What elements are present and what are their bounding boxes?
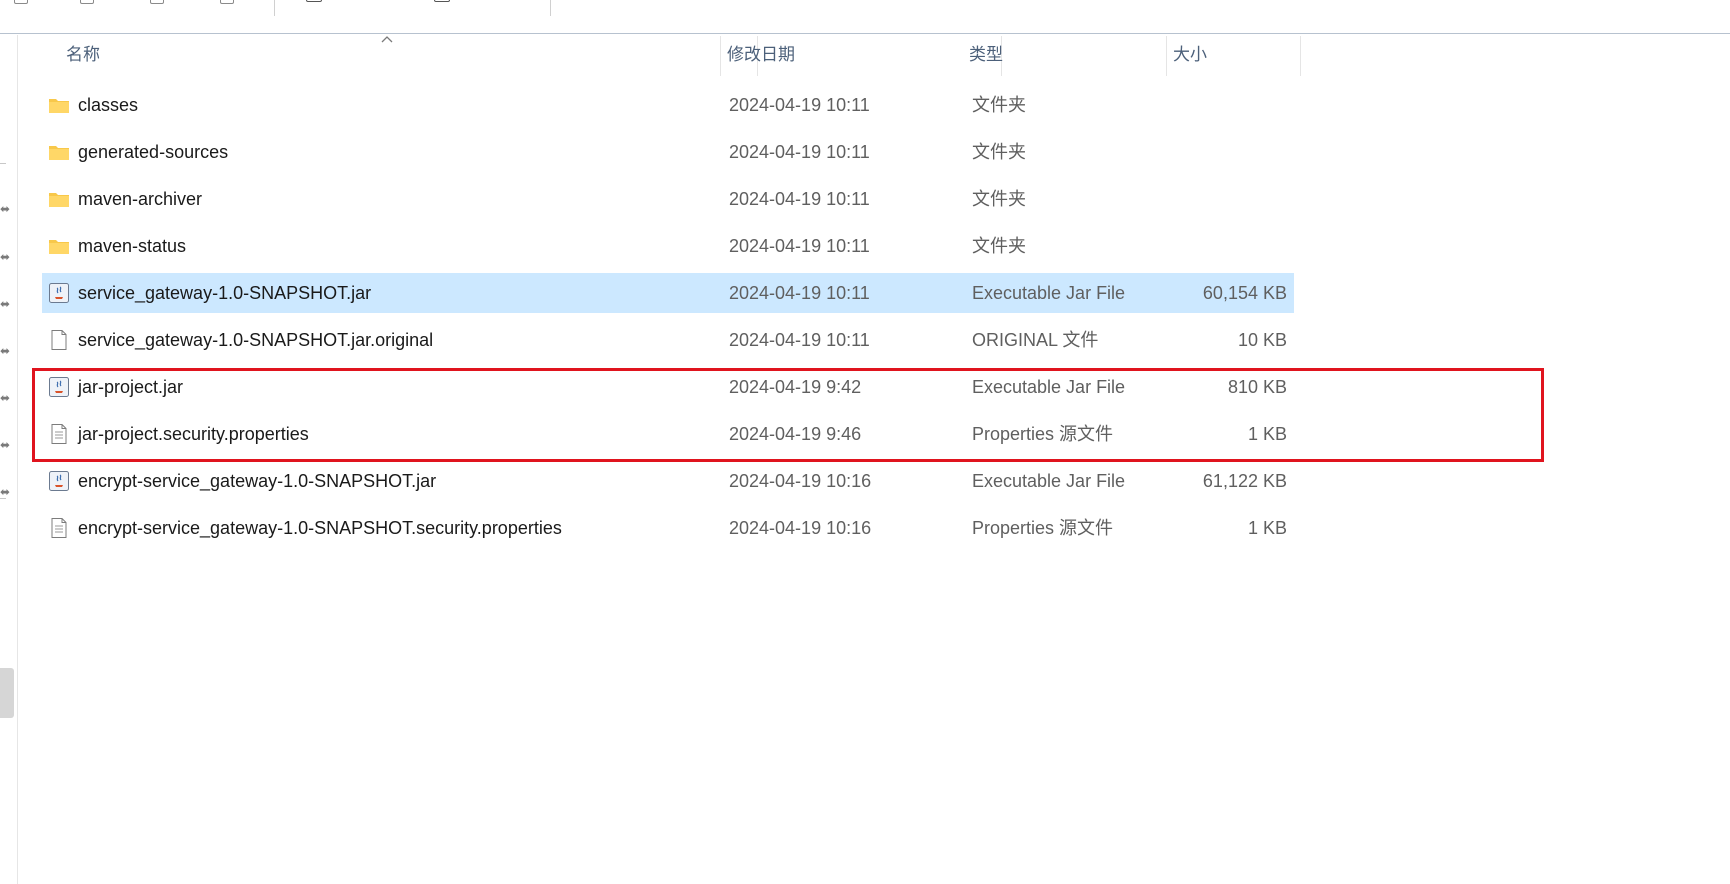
- file-row[interactable]: classes 2024-04-19 10:11 文件夹: [42, 85, 1294, 125]
- column-header-row: 名称 修改日期 类型 大小: [40, 36, 1301, 76]
- file-size: 1 KB: [1247, 424, 1287, 444]
- file-type: Properties 源文件: [972, 424, 1114, 444]
- file-type: 文件夹: [972, 236, 1026, 256]
- file-size: [1152, 132, 1287, 172]
- java-jar-icon: [48, 470, 70, 492]
- file-type: 文件夹: [972, 142, 1026, 162]
- file-type: Properties 源文件: [972, 518, 1114, 538]
- column-header-name[interactable]: 名称: [60, 36, 758, 76]
- sort-icon: [306, 0, 322, 2]
- explorer-toolbar: [0, 0, 1730, 34]
- file-modified: 2024-04-19 10:11: [729, 189, 870, 209]
- column-header-type[interactable]: 类型: [963, 36, 1167, 76]
- file-type: 文件夹: [972, 189, 1026, 209]
- file-row-selected[interactable]: service_gateway-1.0-SNAPSHOT.jar 2024-04…: [42, 273, 1294, 313]
- navigation-pane[interactable]: ⬌ ⬌ ⬌ ⬌ ⬌ ⬌ ⬌: [0, 35, 18, 884]
- file-type: 文件夹: [972, 95, 1026, 115]
- blank-file-icon: [48, 329, 70, 351]
- file-modified: 2024-04-19 10:11: [729, 330, 870, 350]
- file-type: ORIGINAL 文件: [972, 330, 1099, 350]
- pin-icon[interactable]: ⬌: [0, 392, 12, 404]
- file-name[interactable]: service_gateway-1.0-SNAPSHOT.jar.origina…: [78, 320, 433, 360]
- column-header-size[interactable]: 大小: [1167, 36, 1301, 76]
- pin-icon[interactable]: ⬌: [0, 486, 12, 498]
- java-jar-icon: [48, 376, 70, 398]
- pin-icon[interactable]: ⬌: [0, 251, 12, 263]
- file-modified: 2024-04-19 10:16: [729, 471, 872, 491]
- toolbar-sort-button[interactable]: [306, 0, 396, 4]
- file-row[interactable]: generated-sources 2024-04-19 10:11 文件夹: [42, 132, 1294, 172]
- file-modified: 2024-04-19 10:11: [729, 236, 870, 256]
- file-name[interactable]: encrypt-service_gateway-1.0-SNAPSHOT.sec…: [78, 508, 562, 548]
- file-row[interactable]: jar-project.security.properties 2024-04-…: [42, 414, 1294, 454]
- file-size: 61,122 KB: [1202, 471, 1287, 491]
- folder-icon: [48, 94, 70, 116]
- text-file-icon: [48, 423, 70, 445]
- file-row[interactable]: maven-archiver 2024-04-19 10:11 文件夹: [42, 179, 1294, 219]
- file-name[interactable]: service_gateway-1.0-SNAPSHOT.jar: [78, 273, 371, 313]
- file-size: [1152, 85, 1287, 125]
- file-type: Executable Jar File: [972, 471, 1126, 491]
- file-type: Executable Jar File: [972, 283, 1126, 303]
- file-type: Executable Jar File: [972, 377, 1126, 397]
- file-name[interactable]: encrypt-service_gateway-1.0-SNAPSHOT.jar: [78, 461, 436, 501]
- pin-icon[interactable]: ⬌: [0, 345, 12, 357]
- pin-icon[interactable]: ⬌: [0, 439, 12, 451]
- file-size: [1152, 226, 1287, 266]
- file-size: 1 KB: [1247, 518, 1287, 538]
- file-name[interactable]: jar-project.security.properties: [78, 414, 309, 454]
- java-jar-icon: [48, 282, 70, 304]
- file-size: 60,154 KB: [1202, 283, 1287, 303]
- folder-icon: [48, 188, 70, 210]
- pin-icon[interactable]: ⬌: [0, 203, 12, 215]
- file-name[interactable]: classes: [78, 85, 138, 125]
- file-name[interactable]: generated-sources: [78, 132, 228, 172]
- file-modified: 2024-04-19 10:11: [729, 95, 870, 115]
- file-row[interactable]: service_gateway-1.0-SNAPSHOT.jar.origina…: [42, 320, 1294, 360]
- file-modified: 2024-04-19 10:16: [729, 518, 872, 538]
- text-file-icon: [48, 517, 70, 539]
- toolbar-glyph-icon[interactable]: [220, 0, 234, 4]
- file-size: [1152, 179, 1287, 219]
- nav-scrollbar-thumb[interactable]: [0, 668, 14, 718]
- folder-icon: [48, 141, 70, 163]
- toolbar-view-button[interactable]: [434, 0, 534, 4]
- toolbar-separator: [550, 0, 551, 16]
- file-row[interactable]: maven-status 2024-04-19 10:11 文件夹: [42, 226, 1294, 266]
- toolbar-glyph-icon[interactable]: [150, 0, 164, 4]
- sort-ascending-icon: [381, 36, 393, 43]
- column-header-modified[interactable]: 修改日期: [720, 36, 1002, 76]
- view-icon: [434, 0, 450, 2]
- file-size: 810 KB: [1227, 377, 1287, 397]
- toolbar-glyph-icon[interactable]: [14, 0, 28, 4]
- file-row[interactable]: encrypt-service_gateway-1.0-SNAPSHOT.jar…: [42, 461, 1294, 501]
- folder-icon: [48, 235, 70, 257]
- file-name[interactable]: jar-project.jar: [78, 367, 183, 407]
- file-modified: 2024-04-19 10:11: [729, 142, 870, 162]
- pin-icon[interactable]: ⬌: [0, 298, 12, 310]
- file-row[interactable]: jar-project.jar 2024-04-19 9:42 Executab…: [42, 367, 1294, 407]
- file-row[interactable]: encrypt-service_gateway-1.0-SNAPSHOT.sec…: [42, 508, 1294, 548]
- file-name[interactable]: maven-archiver: [78, 179, 202, 219]
- toolbar-separator: [274, 0, 275, 16]
- file-modified: 2024-04-19 9:46: [729, 424, 862, 444]
- file-modified: 2024-04-19 10:11: [729, 283, 870, 303]
- file-modified: 2024-04-19 9:42: [729, 377, 862, 397]
- toolbar-glyph-icon[interactable]: [80, 0, 94, 4]
- file-size: 10 KB: [1237, 330, 1287, 350]
- file-name[interactable]: maven-status: [78, 226, 186, 266]
